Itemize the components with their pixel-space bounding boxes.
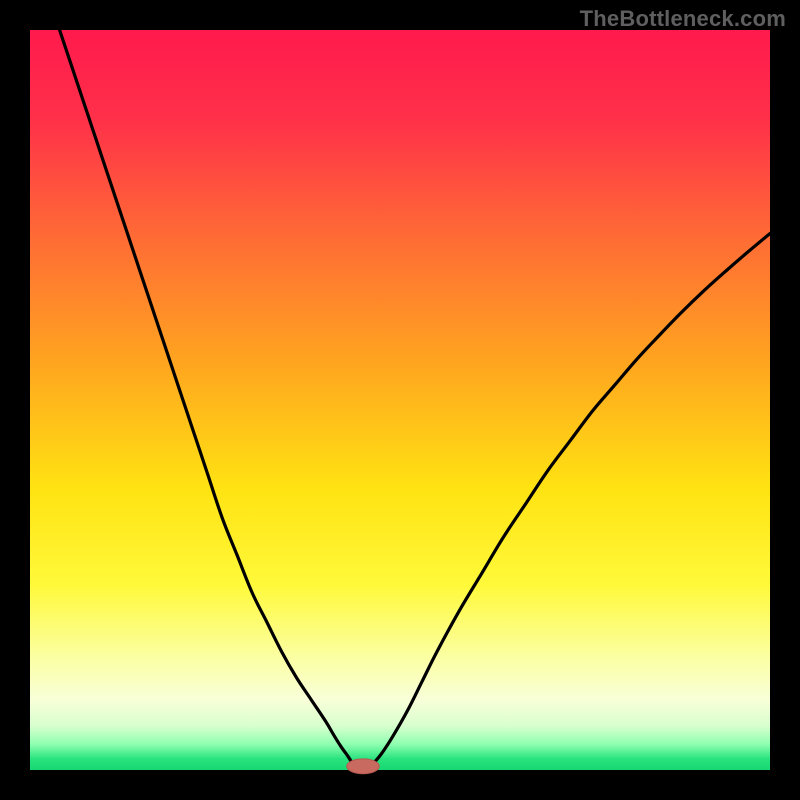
watermark-text: TheBottleneck.com [580, 6, 786, 32]
bottleneck-chart [0, 0, 800, 800]
bottleneck-marker [347, 759, 380, 774]
chart-frame: { "watermark": "TheBottleneck.com", "col… [0, 0, 800, 800]
plot-background [30, 30, 770, 770]
